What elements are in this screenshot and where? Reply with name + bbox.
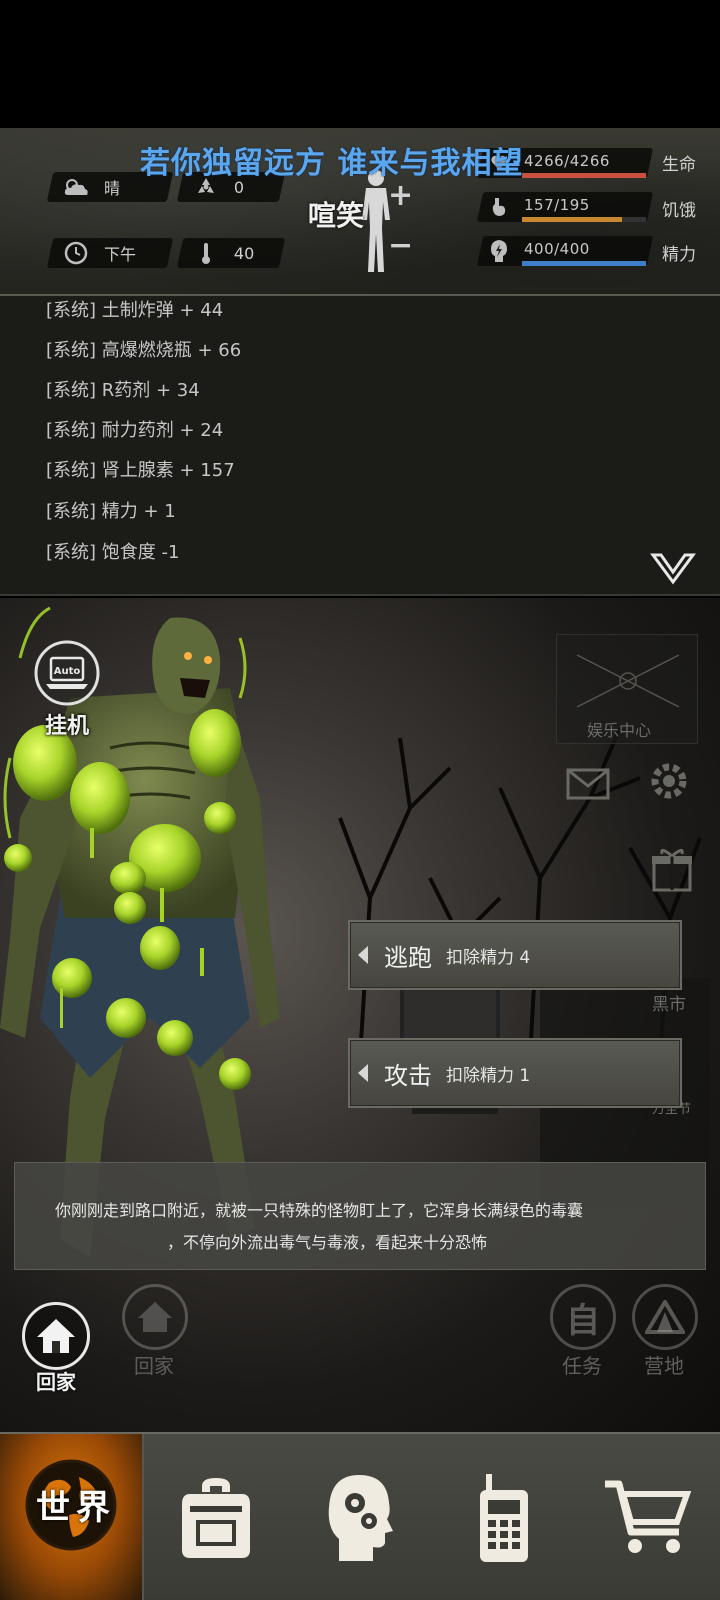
attack-label: 攻击	[384, 1061, 432, 1090]
stat-health-value: 4266/4266	[524, 152, 610, 170]
message-log[interactable]: [系统] 土制炸弹 + 44 [系统] 高爆燃烧瓶 + 66 [系统] R药剂 …	[0, 296, 720, 596]
log-line: [系统] 土制炸弹 + 44	[46, 300, 224, 321]
camp-button[interactable]	[632, 1284, 698, 1350]
stat-hunger-label: 饥饿	[662, 201, 696, 221]
time-value: 下午	[104, 245, 137, 264]
stat-energy-label: 精力	[662, 245, 696, 265]
quest-label[interactable]: 任务	[562, 1350, 602, 1379]
nav-radio[interactable]	[432, 1434, 576, 1600]
mood-status: 喧笑	[308, 199, 365, 232]
stat-energy-value: 400/400	[524, 240, 590, 258]
temperature-value: 40	[234, 243, 255, 263]
attack-button[interactable]: 攻击 扣除精力 1	[348, 1038, 682, 1108]
time-box: 下午	[46, 238, 174, 268]
body-plus-button[interactable]: +	[388, 178, 413, 213]
auto-idle-button[interactable]: Auto 挂机	[34, 640, 100, 740]
flee-cost: 扣除精力 4	[446, 947, 531, 968]
quest-icon: 自	[566, 1300, 600, 1341]
body-minus-button[interactable]: −	[388, 228, 413, 263]
mail-icon[interactable]	[566, 768, 610, 800]
temperature-box: 40	[176, 238, 286, 268]
quest-button[interactable]: 自	[550, 1284, 616, 1350]
flee-button[interactable]: 逃跑 扣除精力 4	[348, 920, 682, 990]
weather-cloud-icon	[62, 176, 90, 198]
stat-hunger: 157/195	[476, 190, 654, 224]
go-home-button[interactable]: 回家	[22, 1302, 90, 1395]
log-line: [系统] R药剂 + 34	[46, 380, 200, 401]
log-expand-chevron-icon[interactable]	[650, 552, 696, 586]
flee-label: 逃跑	[384, 943, 432, 972]
log-line: [系统] 肾上腺素 + 157	[46, 460, 235, 481]
weather-value: 晴	[104, 179, 121, 198]
auto-idle-label: 挂机	[44, 714, 89, 739]
log-line: [系统] 饱食度 -1	[46, 542, 180, 563]
nav-inventory[interactable]	[144, 1434, 288, 1600]
radio-icon	[480, 1474, 528, 1562]
stomach-icon	[488, 194, 510, 220]
stat-hunger-bar	[522, 217, 622, 222]
energy-icon	[488, 238, 510, 264]
backpack-icon	[182, 1478, 250, 1558]
tent-icon	[645, 1300, 685, 1334]
go-home-label: 回家	[36, 1370, 76, 1394]
camp-label[interactable]: 营地	[644, 1350, 684, 1379]
black-market-label[interactable]: 黑市	[652, 990, 686, 1015]
stat-health-bar	[522, 173, 646, 178]
entertainment-placeholder-icon	[576, 654, 680, 708]
entertainment-center-button[interactable]: 娱乐中心	[556, 634, 698, 744]
event-text-line-2: ，不停向外流出毒气与毒液，看起来十分恐怖	[167, 1233, 488, 1252]
home-faded-icon	[138, 1302, 172, 1332]
clock-icon	[62, 241, 90, 265]
log-line: [系统] 耐力药剂 + 24	[46, 420, 224, 441]
flee-arrow-icon	[358, 946, 368, 964]
svg-text:Auto: Auto	[54, 666, 81, 677]
lyric-overlay: 若你独留远方 谁来与我相望	[140, 146, 524, 181]
event-text-line-1: 你刚刚走到路口附近，就被一只特殊的怪物盯上了，它浑身长满绿色的毒囊	[55, 1201, 584, 1220]
home-faded-label: 回家	[134, 1354, 174, 1378]
nav-world-label: 世界	[36, 1488, 116, 1528]
home-faded-button	[122, 1284, 188, 1350]
entertainment-center-label: 娱乐中心	[587, 721, 652, 740]
shopping-cart-icon	[605, 1480, 692, 1553]
head-gears-icon	[328, 1475, 393, 1561]
log-line: [系统] 精力 + 1	[46, 501, 176, 522]
stat-hunger-value: 157/195	[524, 196, 590, 214]
attack-cost: 扣除精力 1	[446, 1065, 531, 1086]
gift-icon[interactable]	[650, 846, 694, 892]
log-line: [系统] 高爆燃烧瓶 + 66	[46, 340, 242, 361]
gear-icon[interactable]	[646, 758, 692, 804]
stat-energy: 400/400	[476, 234, 654, 268]
thermometer-icon	[192, 242, 220, 264]
nav-shop[interactable]	[576, 1434, 720, 1600]
nav-skills[interactable]	[288, 1434, 432, 1600]
attack-arrow-icon	[358, 1064, 368, 1082]
stat-energy-bar	[522, 261, 646, 266]
event-description: 你刚刚走到路口附近，就被一只特殊的怪物盯上了，它浑身长满绿色的毒囊 ，不停向外流…	[14, 1162, 706, 1270]
stat-health-label: 生命	[662, 155, 696, 175]
home-icon	[37, 1319, 75, 1353]
auto-laptop-icon: Auto	[34, 640, 100, 706]
battle-scene: 庇护所	[0, 598, 720, 1432]
